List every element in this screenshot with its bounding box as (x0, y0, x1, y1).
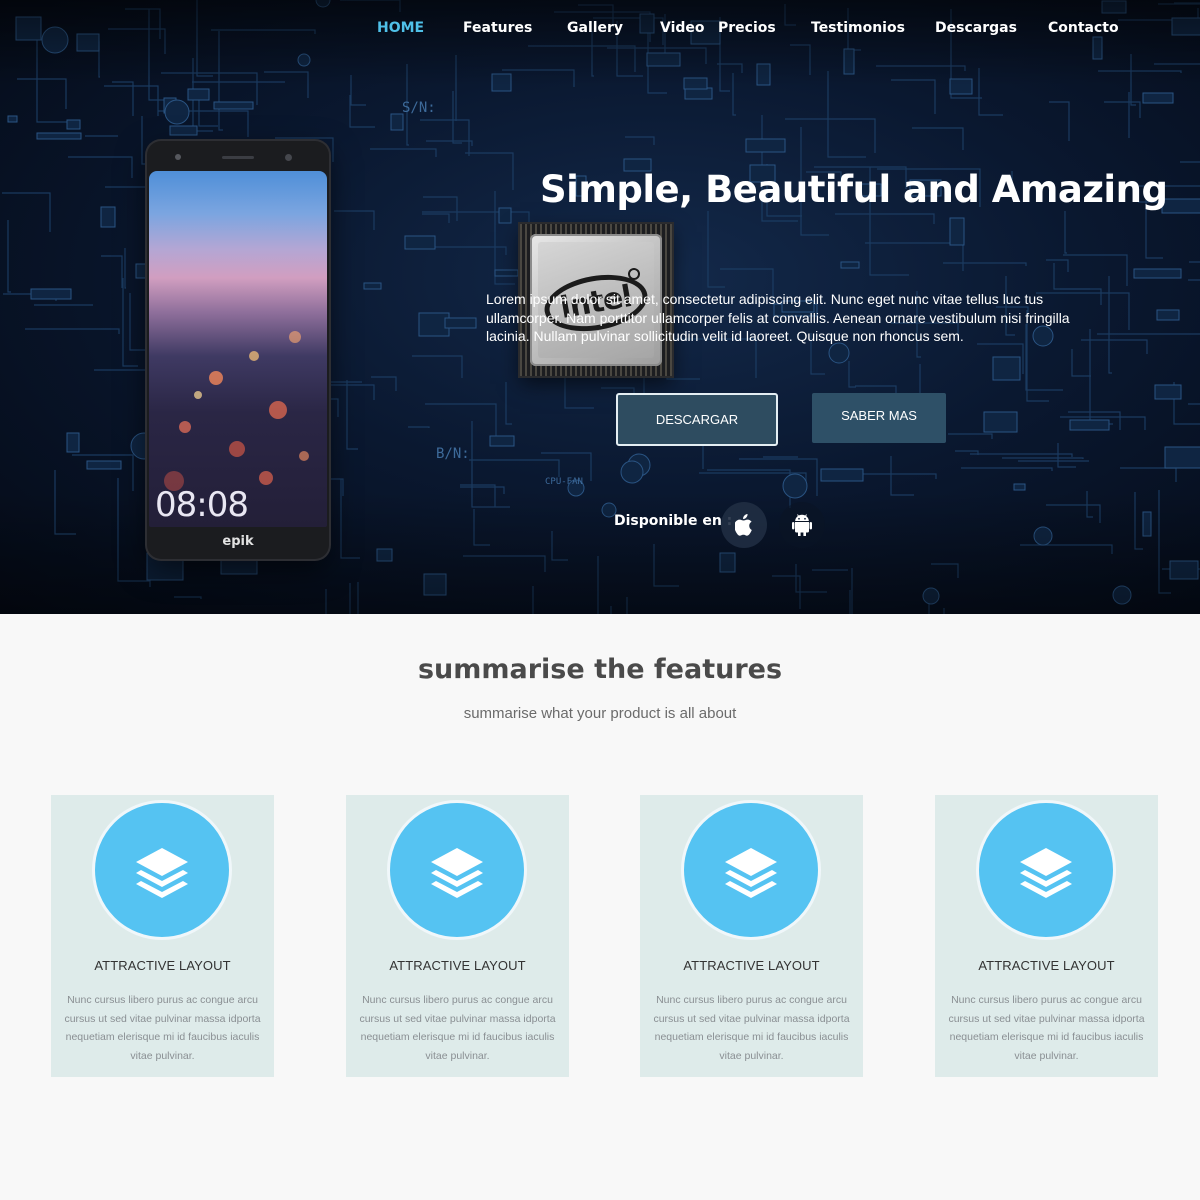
available-on-label: Disponible en : (614, 513, 733, 529)
feature-text: Nunc cursus libero purus ac congue arcu … (359, 994, 556, 1062)
nav-item-precios[interactable]: Precios (718, 20, 776, 36)
feature-text: Nunc cursus libero purus ac congue arcu … (948, 994, 1145, 1062)
nav-item-video[interactable]: Video (660, 20, 705, 36)
phone-speaker (222, 156, 254, 159)
feature-card: ATTRACTIVE LAYOUT Nunc cursus libero pur… (640, 795, 863, 1077)
features-subtitle: summarise what your product is all about (463, 705, 737, 722)
phone-clock: 08:08 (155, 485, 249, 525)
apple-icon (735, 514, 752, 536)
feature-icon-circle (976, 800, 1116, 940)
feature-text: Nunc cursus libero purus ac congue arcu … (653, 994, 850, 1062)
main-nav: HOME Features Gallery Video Precios Test… (0, 0, 1200, 58)
download-button-label: DESCARGAR (655, 412, 739, 427)
feature-title: ATTRACTIVE LAYOUT (683, 958, 820, 973)
feature-text: Nunc cursus libero purus ac congue arcu … (64, 994, 261, 1062)
hero-description: Lorem ipsum dolor sit amet, consectetur … (486, 291, 1070, 344)
learn-more-button-label: SABER MAS (841, 407, 917, 423)
feature-icon-circle (92, 800, 232, 940)
android-icon (792, 514, 812, 536)
nav-item-testimonios[interactable]: Testimonios (811, 20, 905, 36)
hero-title: Simple, Beautiful and Amazing (540, 168, 1168, 211)
phone-screen: 08:08 (149, 171, 327, 527)
feature-icon-circle (387, 800, 527, 940)
feature-title: ATTRACTIVE LAYOUT (978, 958, 1115, 973)
apple-store-link[interactable] (721, 502, 767, 548)
nav-item-gallery[interactable]: Gallery (567, 20, 623, 36)
nav-item-features[interactable]: Features (463, 20, 532, 36)
phone-brand-logo: epik (222, 534, 254, 549)
feature-card: ATTRACTIVE LAYOUT Nunc cursus libero pur… (346, 795, 569, 1077)
feature-card: ATTRACTIVE LAYOUT Nunc cursus libero pur… (51, 795, 274, 1077)
layers-icon (431, 848, 483, 898)
layers-icon (1020, 848, 1072, 898)
download-button[interactable]: DESCARGAR (616, 393, 778, 446)
nav-item-home[interactable]: HOME (377, 20, 424, 36)
feature-title: ATTRACTIVE LAYOUT (389, 958, 526, 973)
features-title: summarise the features (417, 654, 783, 685)
phone-camera (175, 154, 181, 160)
nav-item-descargas[interactable]: Descargas (935, 20, 1017, 36)
nav-item-contacto[interactable]: Contacto (1048, 20, 1119, 36)
phone-sensor (285, 154, 292, 161)
layers-icon (725, 848, 777, 898)
phone-mockup: 08:08 epik (147, 141, 329, 559)
learn-more-button[interactable]: SABER MAS (812, 393, 946, 443)
feature-icon-circle (681, 800, 821, 940)
feature-title: ATTRACTIVE LAYOUT (94, 958, 231, 973)
feature-card: ATTRACTIVE LAYOUT Nunc cursus libero pur… (935, 795, 1158, 1077)
layers-icon (136, 848, 188, 898)
hero-section: S/N: B/N: CPU-FAN HOME Features Gallery … (0, 0, 1200, 614)
android-store-link[interactable] (779, 502, 825, 548)
